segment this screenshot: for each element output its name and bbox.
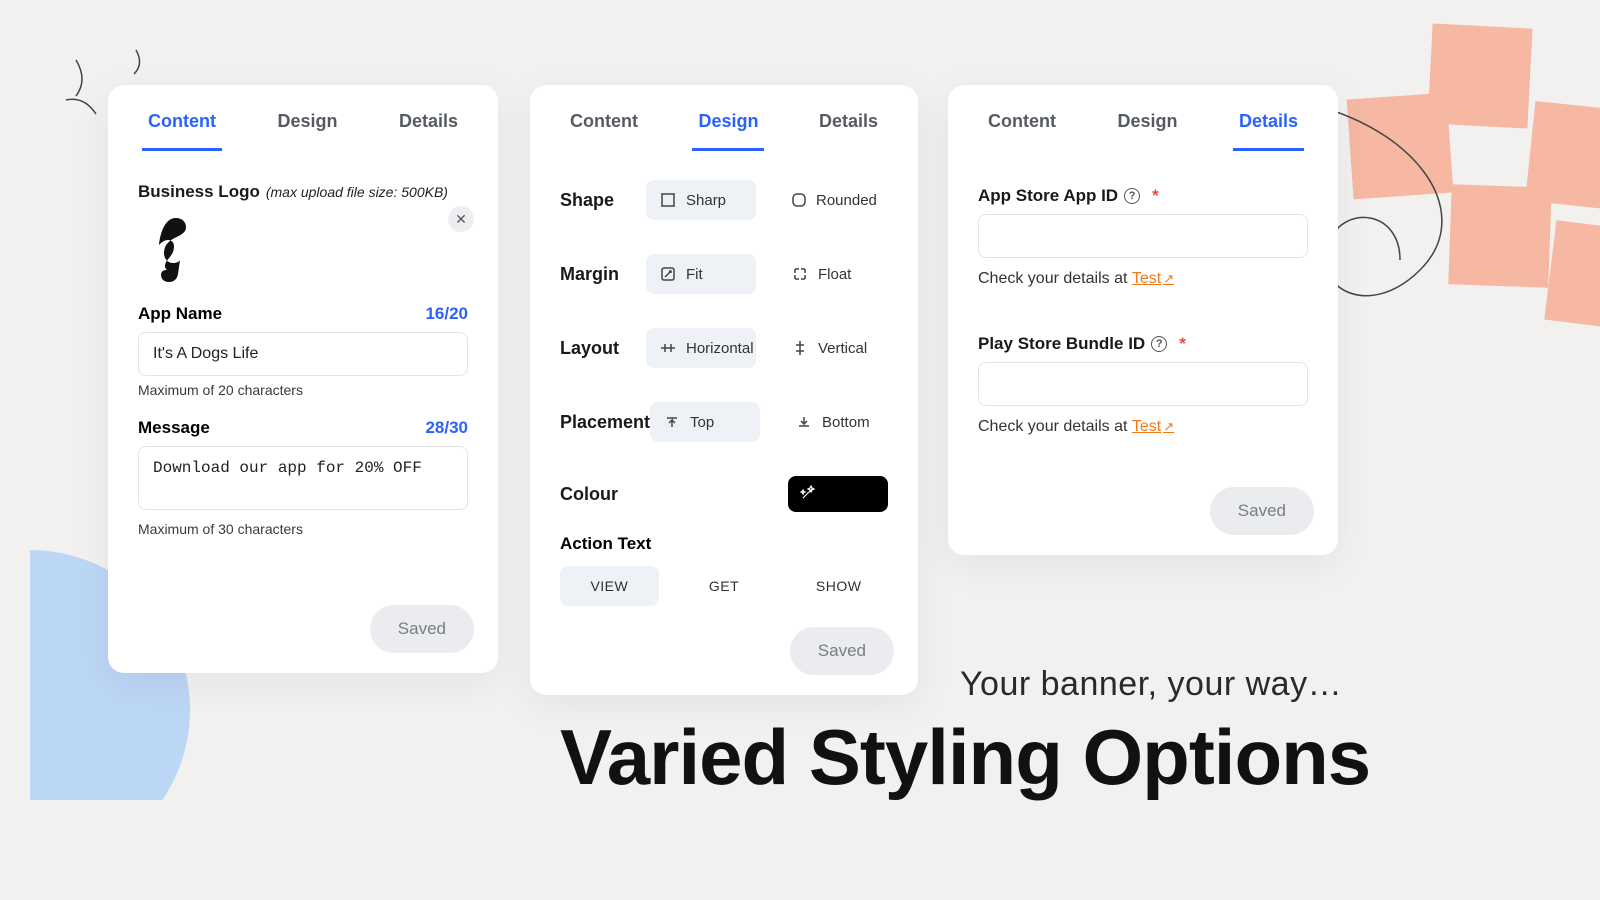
playstore-test-link[interactable]: Test↗ [1132,418,1174,435]
horizontal-icon [660,340,676,356]
shape-rounded-option[interactable]: Rounded [778,180,888,220]
tablist: Content Design Details [948,85,1338,152]
message-input[interactable] [138,446,468,510]
label-text: App Store App ID [978,186,1118,206]
logo-label: Business Logo (max upload file size: 500… [138,182,468,202]
colour-picker[interactable] [788,476,888,512]
appname-counter: 16/20 [425,304,468,324]
placement-bottom-option[interactable]: Bottom [782,402,892,442]
layout-horizontal-option[interactable]: Horizontal [646,328,756,368]
fit-icon [660,266,676,282]
message-counter: 28/30 [425,418,468,438]
message-hint: Maximum of 30 characters [138,521,468,537]
label-text: Play Store Bundle ID [978,334,1145,354]
required-marker: * [1179,334,1186,354]
opt-text: Bottom [822,414,870,431]
saved-button[interactable]: Saved [1210,487,1314,535]
help-icon[interactable]: ? [1151,336,1167,352]
external-icon: ↗ [1163,271,1174,286]
tab-details[interactable]: Details [813,111,884,151]
check-prefix: Check your details at [978,418,1132,435]
margin-label: Margin [560,264,646,285]
colour-label: Colour [560,484,670,505]
action-get-option[interactable]: GET [675,566,774,606]
appname-label: App Name [138,304,222,324]
tablist: Content Design Details [108,85,498,152]
tablist: Content Design Details [530,85,918,152]
shape-label: Shape [560,190,646,211]
opt-text: Float [818,266,851,283]
link-text: Test [1132,270,1161,287]
appstore-test-link[interactable]: Test↗ [1132,270,1174,287]
opt-text: Vertical [818,340,867,357]
opt-text: Rounded [816,192,877,209]
shape-sharp-option[interactable]: Sharp [646,180,756,220]
panel-design: Content Design Details Shape Sharp Round… [530,85,918,695]
bottom-icon [796,414,812,430]
tab-content[interactable]: Content [142,111,222,151]
rounded-square-icon [792,192,806,208]
tab-design[interactable]: Design [1111,111,1183,151]
playstore-id-input[interactable] [978,362,1308,406]
tab-details[interactable]: Details [1233,111,1304,151]
message-label: Message [138,418,210,438]
panel-details: Content Design Details App Store App ID … [948,85,1338,555]
marketing-headline: Varied Styling Options [560,712,1370,803]
wand-icon [800,485,816,504]
appname-input[interactable] [138,332,468,376]
help-icon[interactable]: ? [1124,188,1140,204]
tab-design[interactable]: Design [271,111,343,151]
marketing-subhead: Your banner, your way… [960,665,1342,704]
layout-vertical-option[interactable]: Vertical [778,328,888,368]
close-icon: ✕ [455,211,467,228]
margin-fit-option[interactable]: Fit [646,254,756,294]
saved-button[interactable]: Saved [790,627,894,675]
playstore-label: Play Store Bundle ID ? * [978,334,1308,354]
saved-button[interactable]: Saved [370,605,474,653]
headline-underlined: Options [1083,712,1371,803]
playstore-check-row: Check your details at Test↗ [978,418,1308,436]
opt-text: Sharp [686,192,726,209]
top-icon [664,414,680,430]
opt-text: Fit [686,266,703,283]
check-prefix: Check your details at [978,270,1132,287]
logo-preview [138,210,194,284]
action-view-option[interactable]: VIEW [560,566,659,606]
margin-float-option[interactable]: Float [778,254,888,294]
link-text: Test [1132,418,1161,435]
appname-hint: Maximum of 20 characters [138,382,468,398]
placement-label: Placement [560,412,650,433]
logo-label-text: Business Logo [138,182,260,202]
square-icon [660,192,676,208]
promo-canvas: Content Design Details Business Logo (ma… [0,0,1600,900]
required-marker: * [1152,186,1159,206]
remove-logo-button[interactable]: ✕ [448,206,474,232]
headline-part: Varied Styling [560,713,1083,801]
external-icon: ↗ [1163,419,1174,434]
logo-hint: (max upload file size: 500KB) [266,184,448,200]
tab-content[interactable]: Content [564,111,644,151]
tab-details[interactable]: Details [393,111,464,151]
action-show-option[interactable]: SHOW [789,566,888,606]
layout-label: Layout [560,338,646,359]
appstore-id-input[interactable] [978,214,1308,258]
tab-design[interactable]: Design [692,111,764,151]
panel-content: Content Design Details Business Logo (ma… [108,85,498,673]
appstore-label: App Store App ID ? * [978,186,1308,206]
opt-text: Top [690,414,714,431]
placement-top-option[interactable]: Top [650,402,760,442]
action-text-label: Action Text [560,534,888,554]
tab-content[interactable]: Content [982,111,1062,151]
appstore-check-row: Check your details at Test↗ [978,270,1308,288]
float-icon [792,266,808,282]
vertical-icon [792,340,808,356]
opt-text: Horizontal [686,340,754,357]
